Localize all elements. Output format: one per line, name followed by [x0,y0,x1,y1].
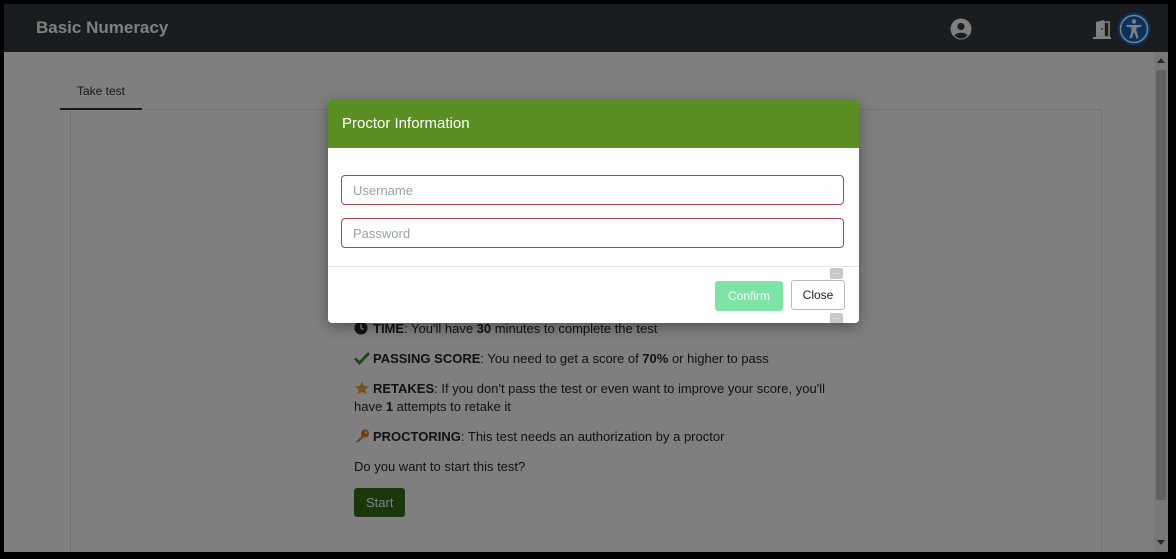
modal-title: Proctor Information [342,115,470,132]
more-options-icon[interactable]: ... [830,312,843,323]
modal-body [328,148,859,271]
confirm-button[interactable]: Confirm [715,281,783,311]
password-input[interactable] [341,218,844,248]
modal-footer: Confirm Close [328,266,859,323]
modal-header: Proctor Information [328,99,859,148]
more-options-icon[interactable]: ... [830,267,843,279]
close-button[interactable]: Close [791,280,845,310]
app-window: Basic Numeracy Take test [4,4,1168,552]
username-input[interactable] [341,175,844,205]
proctor-modal: Proctor Information Confirm Close ... ..… [328,99,859,323]
